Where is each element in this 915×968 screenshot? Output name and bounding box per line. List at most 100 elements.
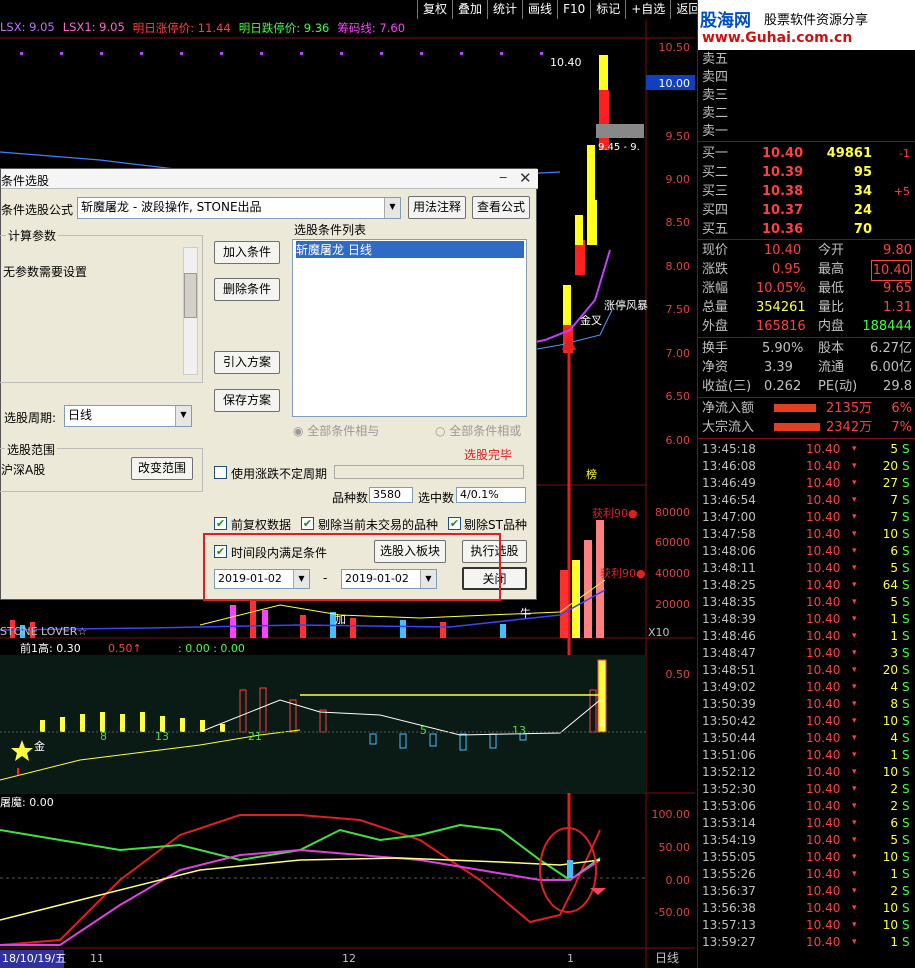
untraded-checkbox[interactable]: ✔ <box>301 517 314 530</box>
tick-side: S <box>902 459 910 473</box>
sell-3: 卖三 <box>702 88 729 103</box>
period-select[interactable]: 日线 ▼ <box>64 405 192 427</box>
save-plan-button[interactable]: 保存方案 <box>214 389 280 412</box>
down-arrow-icon: ▾ <box>852 665 857 675</box>
usage-button[interactable]: 用法注释 <box>408 196 466 219</box>
down-arrow-icon: ▾ <box>852 461 857 471</box>
tick-time: 13:46:54 <box>702 493 756 507</box>
tick-side: S <box>902 442 910 456</box>
tick-row: 13:49:02 10.40 ▾ 4 S <box>702 679 914 696</box>
svg-text:10.50: 10.50 <box>659 41 691 54</box>
radio-and[interactable]: ◉ 全部条件相与 <box>293 422 379 439</box>
tick-row: 13:47:00 10.40 ▾ 7 S <box>702 509 914 526</box>
tick-side: S <box>902 561 910 575</box>
stat-row: 换手 5.90% 股本 6.27亿 <box>702 341 912 356</box>
svg-text:1: 1 <box>567 952 574 965</box>
tick-volume: 27 <box>882 476 898 490</box>
view-formula-button[interactable]: 查看公式 <box>472 196 530 219</box>
tick-volume: 1 <box>890 935 898 949</box>
tick-side: S <box>902 663 910 677</box>
import-plan-button[interactable]: 引入方案 <box>214 351 280 374</box>
tick-side: S <box>902 782 910 796</box>
tick-volume: 8 <box>890 697 898 711</box>
tick-price: 10.40 <box>806 629 841 643</box>
tick-volume: 5 <box>890 833 898 847</box>
tick-volume: 2 <box>890 782 898 796</box>
down-arrow-icon: ▾ <box>852 631 857 641</box>
condition-list-title: 选股条件列表 <box>294 223 367 237</box>
formula-label: 条件选股公式 <box>1 203 74 217</box>
buy-1: 买一 10.40 49861 -1 <box>702 146 910 161</box>
svg-text:5: 5 <box>420 724 427 737</box>
tick-side: S <box>902 867 910 881</box>
tick-time: 13:55:26 <box>702 867 756 881</box>
tick-price: 10.40 <box>806 561 841 575</box>
tick-row: 13:48:11 10.40 ▾ 5 S <box>702 560 914 577</box>
tick-volume: 4 <box>890 680 898 694</box>
svg-text:屠魔: 0.00: 屠魔: 0.00 <box>0 795 54 809</box>
change-range-button[interactable]: 改变范围 <box>131 457 193 480</box>
svg-text:金: 金 <box>34 739 45 753</box>
tick-time: 13:56:37 <box>702 884 756 898</box>
dialog-titlebar[interactable]: 条件选股 ‒ ✕ <box>1 169 538 189</box>
tick-row: 13:48:47 10.40 ▾ 3 S <box>702 645 914 662</box>
stat-row: 外盘 165816 内盘 188444 <box>702 319 912 334</box>
tick-side: S <box>902 612 910 626</box>
tick-time: 13:53:14 <box>702 816 756 830</box>
tick-volume: 10 <box>882 850 898 864</box>
svg-text:6.50: 6.50 <box>666 390 691 403</box>
tick-side: S <box>902 697 910 711</box>
down-arrow-icon: ▾ <box>852 784 857 794</box>
tick-volume: 6 <box>890 544 898 558</box>
tick-row: 13:48:46 10.40 ▾ 1 S <box>702 628 914 645</box>
st-checkbox[interactable]: ✔ <box>448 517 461 530</box>
stat-row: 现价 10.40 今开 9.80 <box>702 243 912 258</box>
svg-text:-50.00: -50.00 <box>655 906 690 919</box>
tick-volume: 1 <box>890 629 898 643</box>
tick-row: 13:48:51 10.40 ▾ 20 S <box>702 662 914 679</box>
svg-text:9.45 - 9.: 9.45 - 9. <box>598 142 640 153</box>
period-label: 选股周期: <box>4 411 57 425</box>
stat-row: 净资 3.39 流通 6.00亿 <box>702 360 912 375</box>
radio-or[interactable]: ○ 全部条件相或 <box>435 422 521 439</box>
sell-4: 卖四 <box>702 70 729 85</box>
svg-text:80000: 80000 <box>655 506 690 519</box>
tick-volume: 1 <box>890 612 898 626</box>
condition-list-item[interactable]: 斩魔屠龙 日线 <box>296 241 524 258</box>
tick-side: S <box>902 646 910 660</box>
minimize-icon[interactable]: ‒ <box>499 170 507 185</box>
tick-time: 13:47:00 <box>702 510 756 524</box>
svg-text:前1高: 0.30: 前1高: 0.30 <box>20 641 81 655</box>
tick-side: S <box>902 544 910 558</box>
count-label: 品种数 <box>332 491 369 505</box>
fq-checkbox[interactable]: ✔ <box>214 517 227 530</box>
tick-price: 10.40 <box>806 578 841 592</box>
svg-text:21: 21 <box>248 730 262 743</box>
down-arrow-icon: ▾ <box>852 699 857 709</box>
tick-volume: 5 <box>890 442 898 456</box>
formula-select[interactable]: 斩魔屠龙 - 波段操作, STONE出品 ▼ <box>77 197 401 219</box>
down-arrow-icon: ▾ <box>852 614 857 624</box>
add-condition-button[interactable]: 加入条件 <box>214 241 280 264</box>
close-icon[interactable]: ✕ <box>519 169 532 187</box>
down-arrow-icon: ▾ <box>852 444 857 454</box>
down-arrow-icon: ▾ <box>852 920 857 930</box>
tick-side: S <box>902 629 910 643</box>
tick-side: S <box>902 833 910 847</box>
tick-volume: 4 <box>890 731 898 745</box>
down-arrow-icon: ▾ <box>852 801 857 811</box>
tick-volume: 10 <box>882 901 898 915</box>
highlight-box <box>203 533 501 601</box>
tick-side: S <box>902 680 910 694</box>
tick-time: 13:47:58 <box>702 527 756 541</box>
tick-time: 13:57:13 <box>702 918 756 932</box>
tick-row: 13:46:08 10.40 ▾ 20 S <box>702 458 914 475</box>
svg-text:6.00: 6.00 <box>666 434 691 447</box>
delete-condition-button[interactable]: 删除条件 <box>214 278 280 301</box>
down-arrow-icon: ▾ <box>852 682 857 692</box>
variable-period-checkbox[interactable] <box>214 466 227 479</box>
condition-list[interactable]: 斩魔屠龙 日线 <box>292 239 527 417</box>
tick-volume: 5 <box>890 595 898 609</box>
params-scrollbar[interactable] <box>183 247 198 375</box>
tick-side: S <box>902 527 910 541</box>
